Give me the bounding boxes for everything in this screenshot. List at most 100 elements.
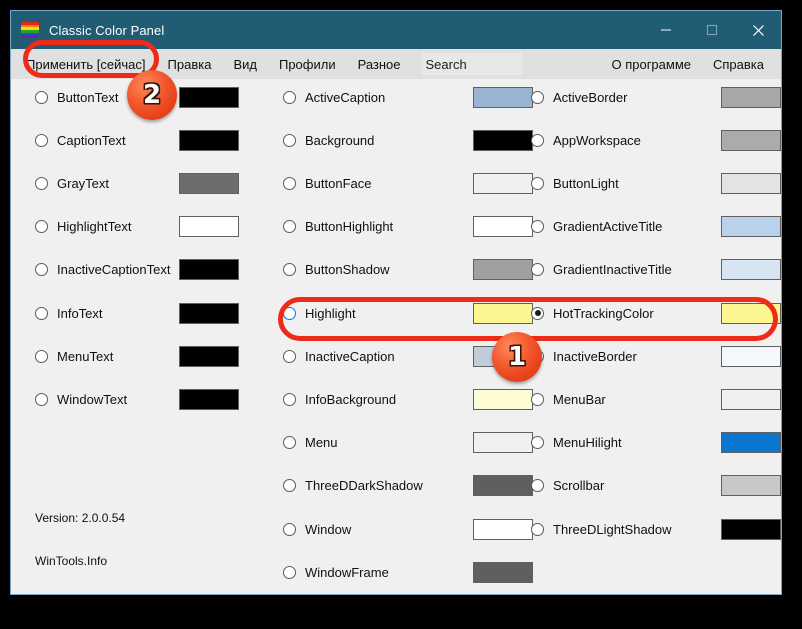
color-swatch-highlighttext[interactable]	[179, 216, 239, 238]
radio-gradientactivetitle[interactable]	[531, 220, 544, 234]
radio-buttonface[interactable]	[283, 176, 296, 190]
color-swatch-gradientinactivetitle[interactable]	[721, 259, 781, 281]
color-swatch-hottrackingcolor[interactable]	[721, 302, 781, 324]
radio-threeddarkshadow[interactable]	[283, 479, 296, 493]
radio-menuhilight[interactable]	[531, 436, 544, 450]
radio-menutext[interactable]	[35, 349, 48, 363]
search-input[interactable]	[421, 53, 522, 75]
radio-buttonshadow[interactable]	[283, 263, 296, 277]
radio-graytext[interactable]	[35, 176, 48, 190]
color-swatch-menu[interactable]	[473, 432, 533, 454]
radio-windowtext[interactable]	[35, 392, 48, 406]
radio-background[interactable]	[283, 133, 296, 147]
menu-item-about[interactable]: О программе	[600, 52, 702, 77]
color-swatch-window[interactable]	[473, 518, 533, 540]
color-swatch-threeddarkshadow[interactable]	[473, 475, 533, 497]
color-swatch-activecaption[interactable]	[473, 86, 533, 108]
menu-item-help[interactable]: Справка	[702, 52, 775, 77]
close-icon[interactable]	[735, 11, 781, 49]
color-row[interactable]: GradientInactiveTitle	[531, 256, 781, 284]
color-row[interactable]: ThreeDLightShadow	[531, 515, 781, 543]
color-row[interactable]: HighlightText	[35, 213, 275, 241]
radio-windowframe[interactable]	[283, 565, 296, 579]
color-swatch-activeborder[interactable]	[721, 86, 781, 108]
color-row[interactable]: MenuText	[35, 342, 275, 370]
color-swatch-buttonface[interactable]	[473, 172, 533, 194]
color-swatch-background[interactable]	[473, 129, 533, 151]
color-swatch-menubar[interactable]	[721, 388, 781, 410]
maximize-icon[interactable]	[689, 11, 735, 49]
color-swatch-scrollbar[interactable]	[721, 475, 781, 497]
radio-highlighttext[interactable]	[35, 220, 48, 234]
color-swatch-buttonlight[interactable]	[721, 172, 781, 194]
color-row[interactable]: ButtonHighlight	[283, 213, 533, 241]
color-row[interactable]: WindowText	[35, 385, 275, 413]
color-swatch-gradientactivetitle[interactable]	[721, 216, 781, 238]
radio-highlight[interactable]	[283, 306, 296, 320]
radio-activecaption[interactable]	[283, 90, 296, 104]
color-swatch-inactiveborder[interactable]	[721, 345, 781, 367]
menu-item-misc[interactable]: Разное	[347, 52, 412, 77]
color-swatch-infobackground[interactable]	[473, 388, 533, 410]
radio-infobackground[interactable]	[283, 392, 296, 406]
color-row[interactable]: MenuHilight	[531, 429, 781, 457]
color-row[interactable]: WindowFrame	[283, 558, 533, 586]
radio-buttonlight[interactable]	[531, 176, 544, 190]
minimize-icon[interactable]	[643, 11, 689, 49]
color-swatch-appworkspace[interactable]	[721, 129, 781, 151]
color-row[interactable]: InfoBackground	[283, 385, 533, 413]
color-row[interactable]: GrayText	[35, 169, 275, 197]
color-swatch-threedlightshadow[interactable]	[721, 518, 781, 540]
radio-menu[interactable]	[283, 436, 296, 450]
menu-item-profiles[interactable]: Профили	[268, 52, 347, 77]
color-swatch-windowtext[interactable]	[179, 388, 239, 410]
color-row[interactable]: Scrollbar	[531, 472, 781, 500]
radio-activeborder[interactable]	[531, 90, 544, 104]
radio-threedlightshadow[interactable]	[531, 522, 544, 536]
radio-inactivecaptiontext[interactable]	[35, 263, 48, 277]
menu-item-view[interactable]: Вид	[222, 52, 268, 77]
color-row[interactable]: Background	[283, 126, 533, 154]
radio-scrollbar[interactable]	[531, 479, 544, 493]
color-row[interactable]: MenuBar	[531, 385, 781, 413]
radio-appworkspace[interactable]	[531, 133, 544, 147]
radio-buttonhighlight[interactable]	[283, 220, 296, 234]
color-swatch-buttontext[interactable]	[179, 86, 239, 108]
color-row[interactable]: AppWorkspace	[531, 126, 781, 154]
radio-menubar[interactable]	[531, 392, 544, 406]
color-row[interactable]: ThreeDDarkShadow	[283, 472, 533, 500]
color-row[interactable]: ActiveCaption	[283, 83, 533, 111]
color-swatch-captiontext[interactable]	[179, 129, 239, 151]
radio-hottrackingcolor[interactable]	[531, 306, 544, 320]
radio-captiontext[interactable]	[35, 133, 48, 147]
color-swatch-highlight[interactable]	[473, 302, 533, 324]
radio-inactivecaption[interactable]	[283, 349, 296, 363]
color-row[interactable]: Window	[283, 515, 533, 543]
color-swatch-infotext[interactable]	[179, 302, 239, 324]
color-swatch-inactivecaptiontext[interactable]	[179, 259, 239, 281]
color-row[interactable]: ButtonLight	[531, 169, 781, 197]
color-row[interactable]: CaptionText	[35, 126, 275, 154]
color-row[interactable]: HotTrackingColor	[531, 299, 781, 327]
color-row[interactable]: InfoText	[35, 299, 275, 327]
color-row[interactable]: ButtonShadow	[283, 256, 533, 284]
color-row[interactable]: InactiveBorder	[531, 342, 781, 370]
radio-infotext[interactable]	[35, 306, 48, 320]
color-row[interactable]: InactiveCaptionText	[35, 256, 275, 284]
color-swatch-windowframe[interactable]	[473, 561, 533, 583]
color-swatch-buttonhighlight[interactable]	[473, 216, 533, 238]
color-swatch-graytext[interactable]	[179, 172, 239, 194]
color-row[interactable]: ActiveBorder	[531, 83, 781, 111]
color-row[interactable]: Menu	[283, 429, 533, 457]
color-swatch-buttonshadow[interactable]	[473, 259, 533, 281]
color-swatch-menuhilight[interactable]	[721, 432, 781, 454]
menu-item-apply-now[interactable]: Применить [сейчас]	[15, 52, 157, 77]
radio-buttontext[interactable]	[35, 90, 48, 104]
radio-window[interactable]	[283, 522, 296, 536]
menu-item-edit[interactable]: Правка	[157, 52, 223, 77]
color-row[interactable]: GradientActiveTitle	[531, 213, 781, 241]
radio-gradientinactivetitle[interactable]	[531, 263, 544, 277]
color-row[interactable]: ButtonFace	[283, 169, 533, 197]
color-swatch-menutext[interactable]	[179, 345, 239, 367]
color-row[interactable]: Highlight	[283, 299, 533, 327]
